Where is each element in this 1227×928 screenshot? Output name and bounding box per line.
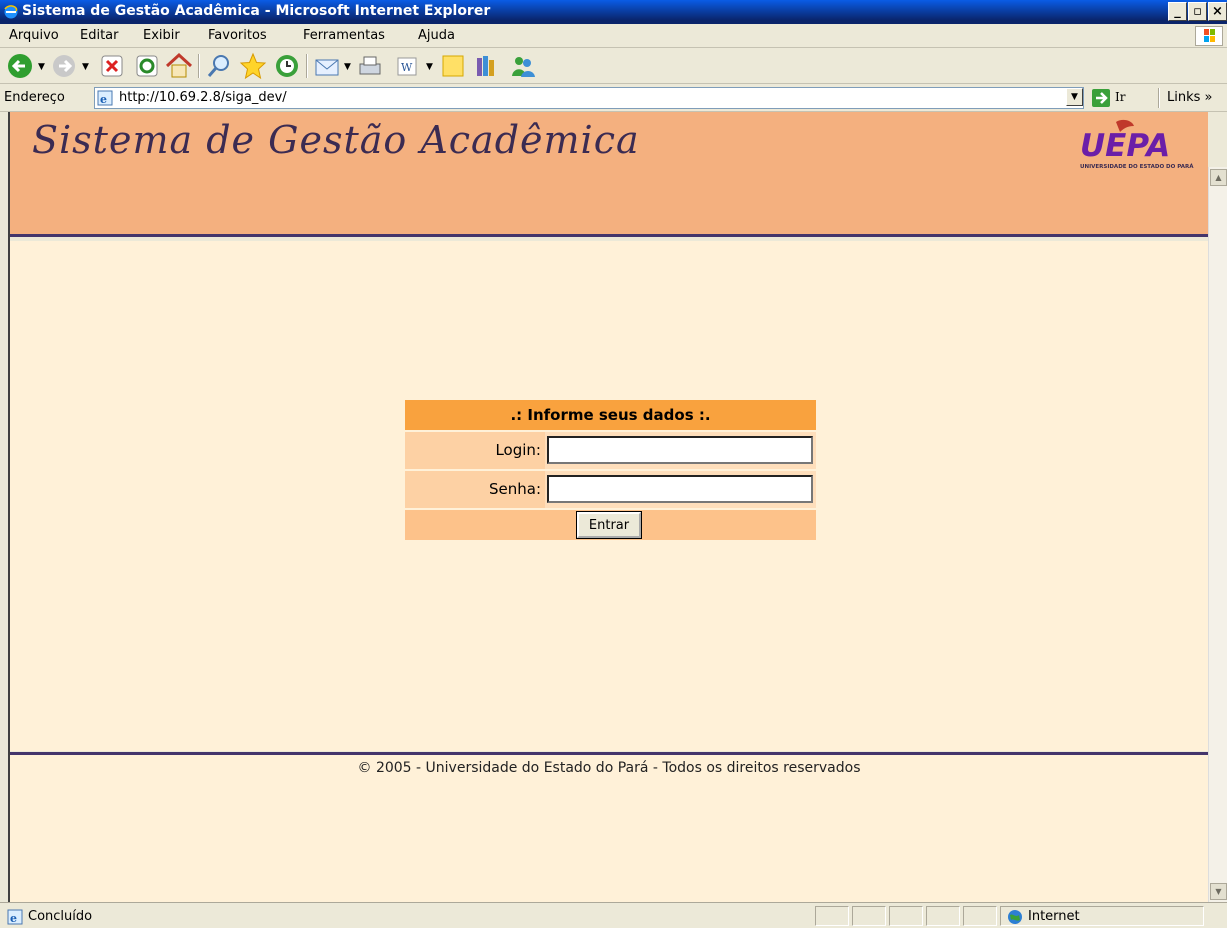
menu-arquivo[interactable]: Arquivo — [9, 28, 59, 43]
menu-ferramentas[interactable]: Ferramentas — [303, 28, 385, 43]
notes-icon[interactable] — [438, 52, 468, 80]
login-actions: Entrar — [405, 510, 816, 540]
history-icon[interactable] — [272, 52, 302, 80]
svg-text:W: W — [401, 61, 413, 74]
submit-button[interactable]: Entrar — [576, 511, 642, 539]
footer: © 2005 - Universidade do Estado do Pará … — [10, 755, 1208, 902]
status-pane — [963, 906, 997, 926]
page-done-icon: e — [7, 909, 23, 925]
svg-text:UEPA: UEPA — [1080, 128, 1170, 164]
favorites-icon[interactable] — [238, 52, 268, 80]
standard-toolbar: ▼ ▼ ▼ W ▼ — [0, 48, 1227, 84]
close-button[interactable]: × — [1208, 2, 1227, 21]
svg-text:e: e — [100, 93, 107, 106]
svg-text:e: e — [10, 912, 17, 925]
password-cell — [545, 471, 816, 508]
window-left-border — [0, 112, 10, 902]
login-label: Login: — [495, 441, 541, 459]
page-icon: e — [97, 90, 113, 106]
address-bar: Endereço e http://10.69.2.8/siga_dev/ ▼ … — [0, 84, 1227, 112]
back-icon[interactable] — [6, 52, 36, 80]
login-input[interactable] — [547, 436, 813, 464]
page-body: .: Informe seus dados :. Login: Senha: E… — [10, 241, 1208, 751]
internet-explorer-icon — [4, 5, 18, 19]
site-title: Sistema de Gestão Acadêmica — [32, 118, 640, 162]
scroll-down-icon[interactable]: ▼ — [1210, 883, 1227, 900]
login-form: .: Informe seus dados :. Login: Senha: E… — [405, 400, 816, 540]
internet-zone-icon — [1008, 910, 1022, 924]
word-icon[interactable]: W — [392, 52, 422, 80]
password-row: Senha: — [405, 471, 816, 508]
status-text: Concluído — [28, 909, 93, 924]
mail-dropdown-icon[interactable]: ▼ — [344, 62, 351, 72]
windows-logo-icon — [1195, 26, 1223, 46]
toolbar-separator — [198, 54, 200, 78]
login-row: Login: — [405, 432, 816, 469]
address-dropdown-icon[interactable]: ▼ — [1066, 88, 1083, 106]
menu-editar[interactable]: Editar — [80, 28, 119, 43]
menu-bar: Arquivo Editar Exibir Favoritos Ferramen… — [0, 24, 1227, 48]
forward-dropdown-icon[interactable]: ▼ — [82, 62, 89, 72]
status-pane — [852, 906, 886, 926]
mail-icon[interactable] — [312, 52, 342, 80]
address-url: http://10.69.2.8/siga_dev/ — [119, 90, 287, 105]
login-cell — [545, 432, 816, 469]
search-icon[interactable] — [204, 52, 234, 80]
links-menu[interactable]: Links » — [1167, 90, 1212, 105]
status-pane — [889, 906, 923, 926]
password-label: Senha: — [488, 480, 541, 498]
go-arrow-icon — [1092, 89, 1110, 107]
stop-icon[interactable] — [97, 52, 127, 80]
status-pane — [926, 906, 960, 926]
footer-copyright: © 2005 - Universidade do Estado do Pará … — [357, 760, 861, 776]
login-header: .: Informe seus dados :. — [405, 400, 816, 430]
scroll-up-icon[interactable]: ▲ — [1210, 169, 1227, 186]
zone-text: Internet — [1028, 909, 1080, 924]
vertical-scrollbar[interactable]: ▲ ▼ — [1208, 167, 1227, 902]
word-dropdown-icon[interactable]: ▼ — [426, 62, 433, 72]
back-dropdown-icon[interactable]: ▼ — [38, 62, 45, 72]
print-icon[interactable] — [354, 52, 384, 80]
menu-favoritos[interactable]: Favoritos — [208, 28, 267, 43]
links-separator — [1158, 88, 1160, 108]
minimize-button[interactable]: _ — [1168, 2, 1187, 21]
forward-icon[interactable] — [50, 52, 80, 80]
address-input[interactable]: e http://10.69.2.8/siga_dev/ — [94, 87, 1084, 109]
go-label: Ir — [1115, 90, 1126, 104]
home-icon[interactable] — [164, 52, 194, 80]
svg-text:UNIVERSIDADE DO ESTADO DO PARÁ: UNIVERSIDADE DO ESTADO DO PARÁ — [1080, 163, 1194, 170]
address-label: Endereço — [4, 90, 65, 105]
maximize-button[interactable]: ▫ — [1188, 2, 1207, 21]
window-title-bar: Sistema de Gestão Acadêmica - Microsoft … — [0, 0, 1227, 24]
status-bar: e Concluído Internet — [0, 902, 1227, 928]
messenger-icon[interactable] — [508, 52, 538, 80]
toolbar-separator — [306, 54, 308, 78]
uepa-logo: UEPA UNIVERSIDADE DO ESTADO DO PARÁ — [1080, 119, 1194, 170]
window-title: Sistema de Gestão Acadêmica - Microsoft … — [22, 3, 491, 19]
menu-ajuda[interactable]: Ajuda — [418, 28, 455, 43]
research-icon[interactable] — [472, 52, 502, 80]
site-header: Sistema de Gestão Acadêmica UEPA UNIVERS… — [10, 112, 1208, 237]
refresh-icon[interactable] — [132, 52, 162, 80]
menu-exibir[interactable]: Exibir — [143, 28, 180, 43]
status-pane — [815, 906, 849, 926]
password-input[interactable] — [547, 475, 813, 503]
